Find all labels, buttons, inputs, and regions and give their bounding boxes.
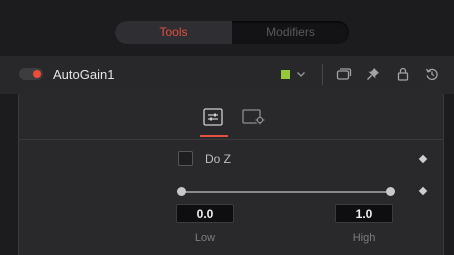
low-label: Low — [194, 232, 216, 244]
control-tabs — [19, 94, 443, 140]
pin-icon[interactable] — [366, 67, 380, 81]
inspector-window: Tools Modifiers AutoGain1 Do Z 0.0 1.0 L… — [0, 0, 454, 255]
lock-icon[interactable] — [397, 67, 409, 81]
tab-modifiers[interactable]: Modifiers — [232, 21, 349, 44]
active-tab-indicator — [200, 135, 228, 137]
chevron-down-icon[interactable] — [296, 69, 306, 79]
reset-icon[interactable] — [425, 67, 439, 81]
keyframe-icon[interactable] — [418, 154, 428, 164]
do-z-checkbox[interactable] — [178, 151, 193, 166]
range-high-handle[interactable] — [386, 187, 395, 196]
low-value-field[interactable]: 0.0 — [176, 204, 234, 223]
power-toggle-icon[interactable] — [19, 68, 43, 80]
range-low-handle[interactable] — [177, 187, 186, 196]
power-indicator — [33, 70, 41, 78]
high-label: High — [352, 232, 376, 244]
tool-header[interactable]: AutoGain1 — [0, 56, 454, 94]
controls-panel: Do Z 0.0 1.0 Low High — [18, 94, 444, 255]
range-slider-track[interactable] — [181, 191, 391, 193]
color-chip[interactable] — [281, 70, 290, 79]
tool-name: AutoGain1 — [53, 67, 115, 82]
version-icon[interactable] — [336, 67, 352, 81]
inspector-tab-switcher: Tools Modifiers — [115, 21, 349, 44]
keyframe-icon[interactable] — [418, 186, 428, 196]
do-z-label: Do Z — [205, 152, 232, 166]
settings-tab-icon[interactable] — [242, 109, 266, 125]
tab-tools[interactable]: Tools — [115, 21, 232, 44]
header-divider — [322, 64, 323, 85]
controls-tab-icon[interactable] — [203, 108, 223, 126]
high-value-field[interactable]: 1.0 — [335, 204, 393, 223]
